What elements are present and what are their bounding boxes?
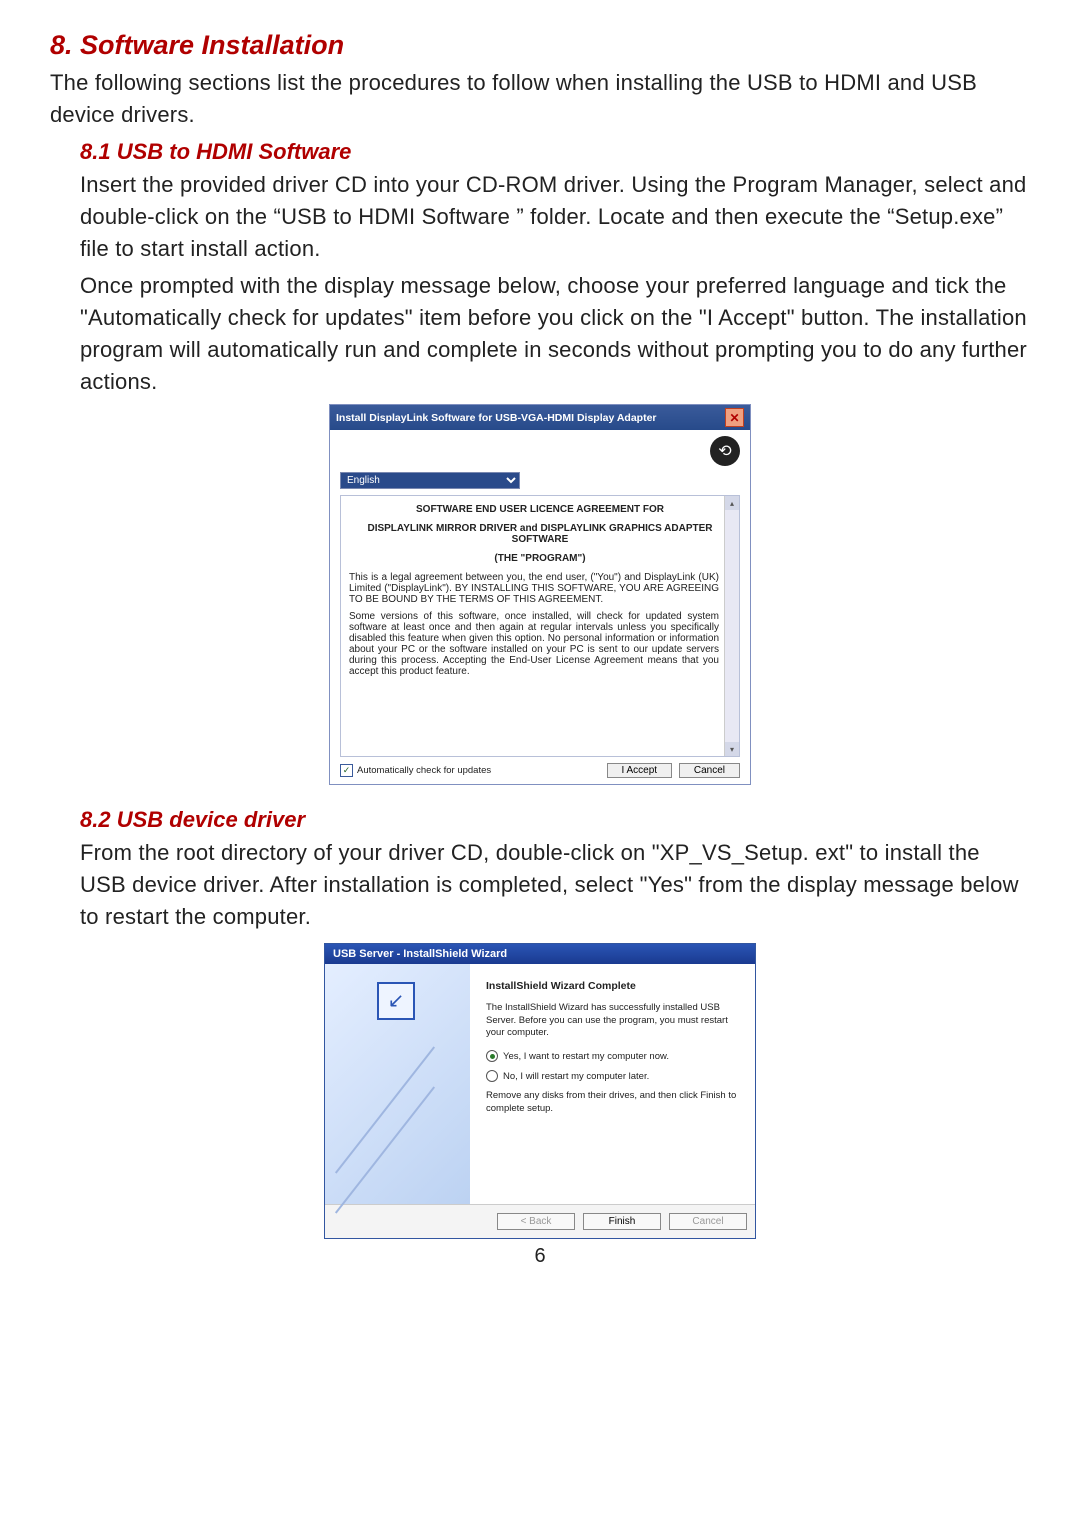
program-box-icon: ↙ <box>377 982 415 1020</box>
remove-disks-paragraph: Remove any disks from their drives, and … <box>486 1090 739 1116</box>
auto-update-label: Automatically check for updates <box>357 765 491 776</box>
cancel-button: Cancel <box>669 1213 747 1230</box>
wizard-left-panel: ↙ <box>325 964 470 1204</box>
installshield-wizard-dialog: USB Server - InstallShield Wizard ↙ Inst… <box>324 943 756 1239</box>
restart-now-radio[interactable]: Yes, I want to restart my computer now. <box>486 1050 739 1062</box>
restart-now-label: Yes, I want to restart my computer now. <box>503 1051 669 1062</box>
wizard-complete-paragraph: The InstallShield Wizard has successfull… <box>486 1002 739 1040</box>
page-number: 6 <box>50 1245 1030 1268</box>
subsection-8-2-title: 8.2 USB device driver <box>80 807 1030 833</box>
displaylink-logo-icon: ⟲ <box>710 436 740 466</box>
finish-button[interactable]: Finish <box>583 1213 661 1230</box>
checkbox-checked-icon: ✓ <box>340 764 353 777</box>
language-dropdown[interactable]: English <box>340 472 520 489</box>
eula-paragraph1: This is a legal agreement between you, t… <box>349 572 731 605</box>
eula-heading1: SOFTWARE END USER LICENCE AGREEMENT FOR <box>349 504 731 515</box>
close-icon[interactable]: ✕ <box>725 408 744 427</box>
sub81-p2: Once prompted with the display message b… <box>80 270 1030 398</box>
auto-update-checkbox[interactable]: ✓ Automatically check for updates <box>340 764 491 777</box>
eula-paragraph2: Some versions of this software, once ins… <box>349 611 731 677</box>
wizard-right-panel: InstallShield Wizard Complete The Instal… <box>470 964 755 1204</box>
sub81-p1: Insert the provided driver CD into your … <box>80 169 1030 265</box>
eula-heading2: DISPLAYLINK MIRROR DRIVER and DISPLAYLIN… <box>349 523 731 545</box>
radio-selected-icon <box>486 1050 498 1062</box>
scroll-down-icon[interactable]: ▾ <box>725 742 739 756</box>
dialog2-titlebar: USB Server - InstallShield Wizard <box>325 944 755 964</box>
wizard-complete-heading: InstallShield Wizard Complete <box>486 980 739 992</box>
eula-panel: SOFTWARE END USER LICENCE AGREEMENT FOR … <box>340 495 740 757</box>
restart-later-radio[interactable]: No, I will restart my computer later. <box>486 1070 739 1082</box>
dialog1-titlebar: Install DisplayLink Software for USB-VGA… <box>330 405 750 430</box>
dialog2-title: USB Server - InstallShield Wizard <box>333 948 507 960</box>
section-intro: The following sections list the procedur… <box>50 67 1030 131</box>
cancel-button[interactable]: Cancel <box>679 763 740 778</box>
displaylink-install-dialog: Install DisplayLink Software for USB-VGA… <box>329 404 751 785</box>
section-title: 8. Software Installation <box>50 30 1030 61</box>
eula-heading3: (THE "PROGRAM") <box>349 553 731 564</box>
radio-unselected-icon <box>486 1070 498 1082</box>
restart-later-label: No, I will restart my computer later. <box>503 1071 649 1082</box>
i-accept-button[interactable]: I Accept <box>607 763 673 778</box>
scroll-up-icon[interactable]: ▴ <box>725 496 739 510</box>
sub82-p1: From the root directory of your driver C… <box>80 837 1030 933</box>
dialog1-title: Install DisplayLink Software for USB-VGA… <box>336 412 657 424</box>
subsection-8-1-title: 8.1 USB to HDMI Software <box>80 139 1030 165</box>
back-button: < Back <box>497 1213 575 1230</box>
eula-scrollbar[interactable]: ▴ ▾ <box>724 496 739 756</box>
